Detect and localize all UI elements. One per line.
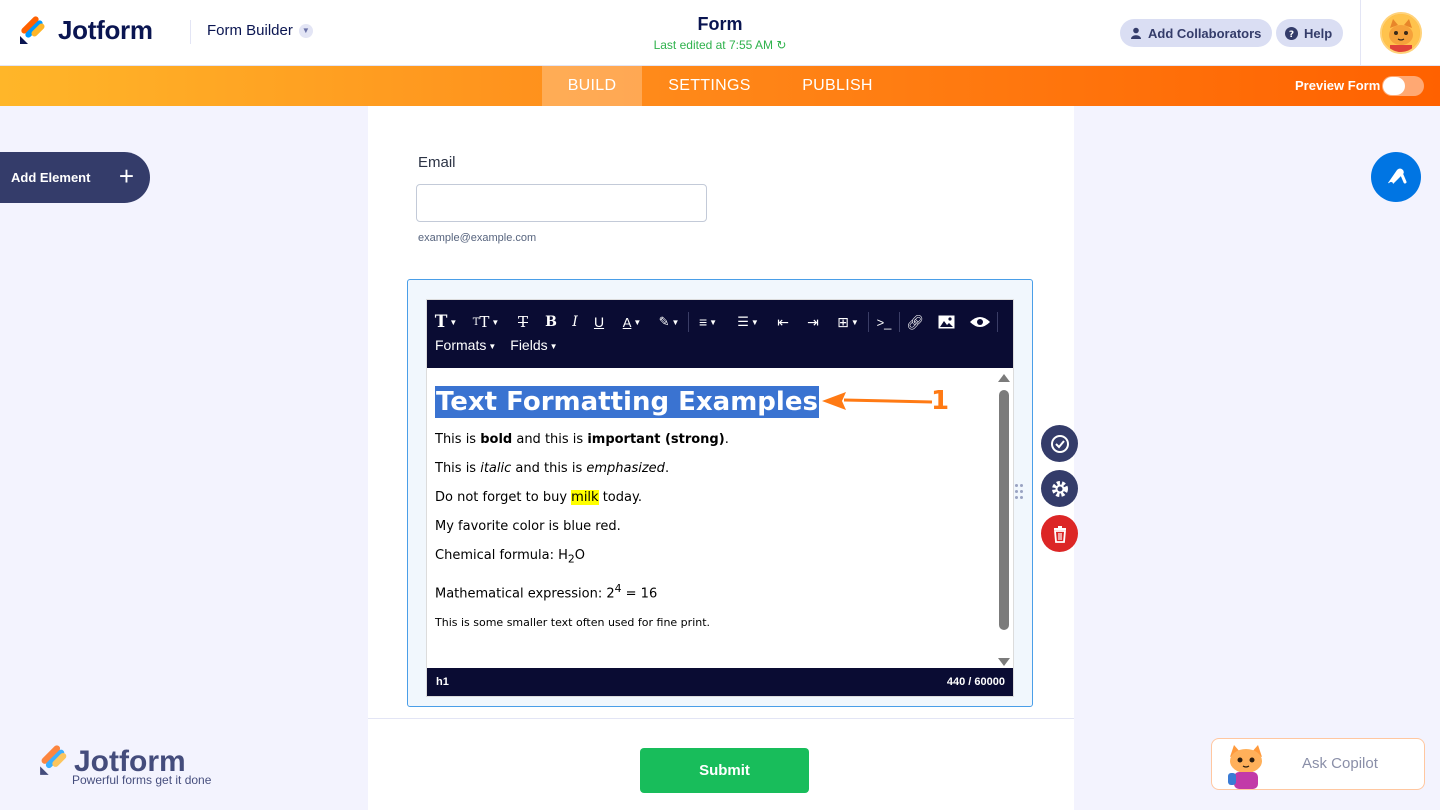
help-icon: ? [1285, 26, 1298, 40]
form-title-block: Form Last edited at 7:55 AM ↻ [620, 14, 820, 52]
email-label: Email [418, 154, 456, 171]
rich-text-editor[interactable]: T ▼ T T ▼ T B I U A ▼ ✎ ▼ ≡ ▼ ☰ ▼ ⇤ ⇥ ⊞ ▼ >_ 🔗︎ [426, 299, 1014, 697]
toggle-knob [1383, 77, 1405, 95]
form-builder-label: Form Builder [207, 22, 293, 39]
ask-copilot-button[interactable]: Ask Copilot [1211, 738, 1425, 790]
svg-text:?: ? [1289, 30, 1294, 40]
chevron-down-icon: ▼ [298, 23, 313, 38]
add-element-button[interactable]: Add Element + [0, 152, 150, 203]
italic-icon[interactable]: I [565, 310, 585, 334]
add-element-label: Add Element [11, 170, 91, 185]
paragraph-small: This is some smaller text often used for… [435, 615, 711, 629]
annotation-number: 1 [931, 386, 950, 416]
editor-scrollbar[interactable] [997, 374, 1011, 666]
paragraph-mark: Do not forget to buy milk today. [435, 490, 642, 505]
tab-build[interactable]: BUILD [542, 66, 642, 106]
paragraph-math: Mathematical expression: 24 = 16 [435, 581, 658, 601]
jotform-logo-icon [40, 745, 67, 775]
check-circle-icon [1050, 434, 1069, 453]
drag-handle-icon[interactable] [1015, 484, 1025, 502]
user-icon [1129, 27, 1142, 40]
formats-dropdown[interactable]: Formats ▼ [435, 337, 496, 353]
list-icon[interactable]: ☰ ▼ [733, 310, 763, 334]
scroll-down-icon[interactable] [998, 658, 1010, 666]
highlight-icon[interactable]: ✎ ▼ [655, 310, 683, 334]
bold-icon[interactable]: B [541, 310, 561, 334]
heading-text[interactable]: Text Formatting Examples [435, 386, 819, 418]
paint-roller-icon [1388, 168, 1407, 186]
font-size-icon[interactable]: T T ▼ [469, 310, 503, 334]
scroll-thumb[interactable] [999, 390, 1009, 630]
submit-button[interactable]: Submit [640, 748, 809, 793]
jotform-logo[interactable]: Jotform [18, 15, 153, 46]
help-button[interactable]: ? Help [1276, 19, 1344, 47]
source-code-icon[interactable]: >_ [873, 310, 895, 334]
editor-toolbar: T ▼ T T ▼ T B I U A ▼ ✎ ▼ ≡ ▼ ☰ ▼ ⇤ ⇥ ⊞ ▼ >_ 🔗︎ [427, 300, 1013, 368]
brand-name: Jotform [58, 15, 153, 45]
image-icon[interactable] [933, 310, 959, 334]
ask-copilot-label: Ask Copilot [1302, 755, 1378, 772]
confirm-button[interactable] [1041, 425, 1078, 462]
header-divider [190, 20, 191, 44]
help-label: Help [1304, 25, 1333, 41]
text-color-icon[interactable]: A ▼ [619, 310, 645, 334]
email-field[interactable] [416, 184, 707, 222]
refresh-icon: ↻ [776, 38, 787, 52]
tab-settings[interactable]: SETTINGS [652, 66, 767, 106]
copilot-cat-icon [1228, 745, 1262, 789]
header-divider [1360, 0, 1361, 66]
align-icon[interactable]: ≡ ▼ [693, 310, 723, 334]
form-title[interactable]: Form [620, 14, 820, 35]
field-settings-button[interactable] [1041, 470, 1078, 507]
paragraph-chemical: Chemical formula: H2O [435, 548, 585, 566]
paragraph-italic: This is italic and this is emphasized. [435, 461, 670, 476]
email-sublabel: example@example.com [418, 232, 537, 244]
editor-content[interactable]: Text Formatting Examples This is bold an… [435, 386, 995, 630]
trash-icon [1053, 525, 1066, 543]
fields-dropdown[interactable]: Fields ▼ [510, 337, 557, 353]
indent-icon[interactable]: ⇥ [801, 310, 825, 334]
tab-publish[interactable]: PUBLISH [785, 66, 890, 106]
annotation-arrow [822, 392, 933, 410]
font-family-icon[interactable]: T ▼ [433, 310, 459, 334]
underline-icon[interactable]: U [589, 310, 609, 334]
element-path[interactable]: h1 [436, 676, 449, 688]
scroll-up-icon[interactable] [998, 374, 1010, 382]
clear-format-icon[interactable]: T [513, 310, 533, 334]
add-collaborators-button[interactable]: Add Collaborators [1120, 19, 1273, 47]
form-designer-button[interactable] [1371, 152, 1421, 202]
outdent-icon[interactable]: ⇤ [771, 310, 795, 334]
preview-form-toggle[interactable] [1382, 76, 1424, 96]
last-edited-status: Last edited at 7:55 AM ↻ [653, 38, 787, 52]
paragraph-color: My favorite color is blue red. [435, 519, 621, 534]
editor-statusbar: h1 440 / 60000 [427, 668, 1013, 696]
plus-icon: + [118, 161, 134, 191]
character-count: 440 / 60000 [946, 676, 1005, 688]
link-icon[interactable]: 🔗︎ [903, 310, 927, 334]
paragraph-bold: This is bold and this is important (stro… [435, 432, 729, 447]
builder-nav: BUILD SETTINGS PUBLISH Preview Form [0, 66, 1440, 106]
avatar-image [1382, 14, 1420, 52]
table-icon[interactable]: ⊞ ▼ [833, 310, 863, 334]
watermark-tagline: Powerful forms get it done [72, 773, 212, 787]
preview-eye-icon[interactable] [967, 310, 993, 334]
user-avatar[interactable] [1380, 12, 1422, 54]
page-divider [368, 718, 1074, 719]
gear-icon [1051, 480, 1068, 497]
form-builder-dropdown[interactable]: Form Builder ▼ [207, 22, 313, 39]
top-header: Jotform Form Builder ▼ Form Last edited … [0, 0, 1440, 66]
preview-form-label: Preview Form [1295, 78, 1381, 93]
jotform-logo-icon [20, 15, 45, 44]
delete-field-button[interactable] [1041, 515, 1078, 552]
add-collaborators-label: Add Collaborators [1148, 25, 1262, 41]
